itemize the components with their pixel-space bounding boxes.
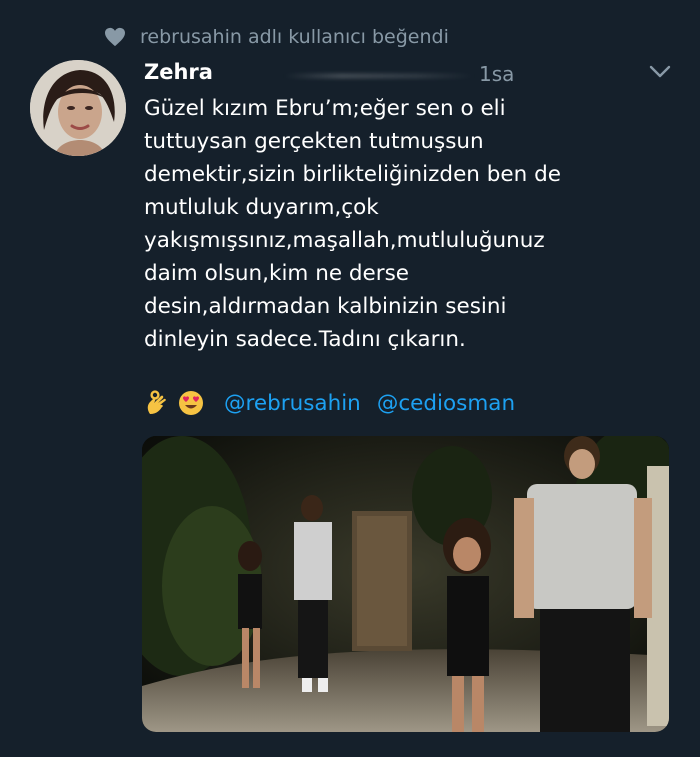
tweet-photo[interactable] bbox=[142, 436, 669, 732]
tweet-text-line: dinleyin sadece.Tadını çıkarın. bbox=[144, 327, 466, 352]
tweet-text-line: Güzel kızım Ebru’m;eğer sen o eli bbox=[144, 96, 506, 121]
mention-link[interactable]: @rebrusahin bbox=[224, 391, 361, 416]
liked-by-text[interactable]: rebrusahin adlı kullanıcı beğendi bbox=[140, 26, 449, 48]
tweet-text-line: yakışmışsınız,maşallah,mutluluğunuz bbox=[144, 228, 545, 253]
tweet-text: Güzel kızım Ebru’m;eğer sen o eli tuttuy… bbox=[144, 92, 664, 356]
heart-eyes-emoji bbox=[179, 391, 203, 415]
tweet-text-line: mutluluk duyarım,çok bbox=[144, 195, 379, 220]
mention-link[interactable]: @cediosman bbox=[377, 391, 515, 416]
tweet-text-line: desin,aldırmadan kalbinizin sesini bbox=[144, 294, 507, 319]
emoji-mention-row: @rebrusahin @cediosman bbox=[144, 390, 515, 416]
tweet-text-line: tuttuysan gerçekten tutmuşsun bbox=[144, 129, 484, 154]
tweet-header: Zehra 1sa bbox=[144, 60, 684, 90]
tweet-timestamp[interactable]: 1sa bbox=[479, 62, 514, 86]
avatar-image bbox=[30, 60, 126, 156]
chevron-down-icon[interactable] bbox=[649, 64, 671, 80]
photo-image bbox=[142, 436, 669, 732]
author-name[interactable]: Zehra bbox=[144, 60, 213, 84]
tweet-text-line: daim olsun,kim ne derse bbox=[144, 261, 410, 286]
author-handle-blurred bbox=[284, 74, 474, 78]
heart-icon bbox=[105, 27, 125, 47]
avatar[interactable] bbox=[30, 60, 126, 156]
social-context: rebrusahin adlı kullanıcı beğendi bbox=[104, 26, 449, 48]
ok-hand-emoji bbox=[147, 390, 166, 414]
tweet-text-line: demektir,sizin birlikteliğinizden ben de bbox=[144, 162, 561, 187]
